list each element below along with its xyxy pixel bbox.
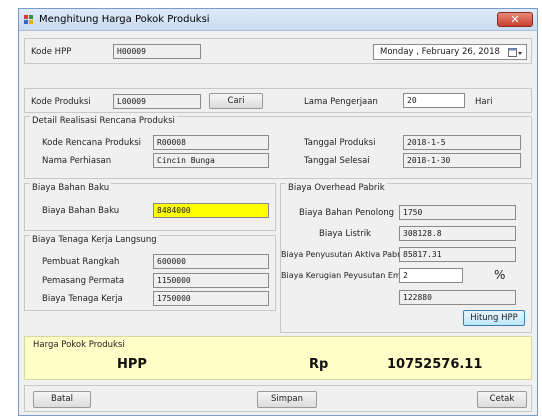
hari-label: Hari — [475, 97, 493, 107]
tanggal-produksi-label: Tanggal Produksi — [304, 138, 376, 148]
produksi-panel: Kode Produksi L00009 Cari Lama Pengerjaa… — [24, 88, 532, 113]
penyusutan-aktiva-label: Biaya Penyusutan Aktiva Pabrik — [281, 250, 408, 259]
app-icon — [24, 15, 33, 24]
close-button[interactable]: ✕ — [497, 12, 533, 27]
cetak-button[interactable]: Cetak — [477, 391, 527, 408]
footer-panel: Batal Simpan Cetak — [24, 385, 532, 412]
percent-label: % — [494, 268, 506, 282]
detail-group-title: Detail Realisasi Rencana Produksi — [30, 116, 177, 126]
bahan-baku-group: Biaya Bahan Baku Biaya Bahan Baku 848400… — [24, 183, 276, 231]
biaya-listrik-label: Biaya Listrik — [319, 229, 371, 239]
pemasang-permata-label: Pemasang Permata — [42, 276, 125, 286]
bahan-baku-label: Biaya Bahan Baku — [42, 206, 120, 216]
kerugian-result-field[interactable]: 122880 — [399, 290, 516, 305]
date-picker[interactable]: Monday , February 26, 2018 — [373, 44, 527, 60]
hpp-value: 10752576.11 — [387, 357, 483, 372]
pembuat-rangkah-field[interactable]: 600000 — [153, 254, 269, 269]
biaya-tenaga-kerja-label: Biaya Tenaga Kerja — [42, 294, 123, 304]
tanggal-produksi-field[interactable]: 2018-1-5 — [403, 135, 521, 150]
simpan-button[interactable]: Simpan — [257, 391, 317, 408]
kerugian-penyusutan-label: Biaya Kerugian Peyusutan Emas — [281, 271, 410, 280]
title-bar: Menghitung Harga Pokok Produksi ✕ — [19, 9, 537, 31]
detail-group: Detail Realisasi Rencana Produksi Kode R… — [24, 116, 532, 179]
date-value: Monday , February 26, 2018 — [380, 47, 500, 57]
cari-button[interactable]: Cari — [209, 93, 263, 109]
window-title: Menghitung Harga Pokok Produksi — [39, 14, 210, 25]
bahan-baku-field[interactable]: 8484000 — [153, 203, 269, 218]
close-icon: ✕ — [510, 13, 520, 26]
biaya-listrik-field[interactable]: 308128.8 — [399, 226, 516, 241]
bahan-penolong-label: Biaya Bahan Penolong — [299, 208, 395, 218]
hpp-group-title: Harga Pokok Produksi — [33, 340, 125, 350]
header-panel: Kode HPP H00009 Monday , February 26, 20… — [24, 38, 532, 64]
kode-produksi-field[interactable]: L00009 — [113, 94, 201, 109]
kode-hpp-field[interactable]: H00009 — [113, 44, 201, 59]
kode-rencana-label: Kode Rencana Produksi — [42, 138, 141, 148]
tenaga-kerja-group-title: Biaya Tenaga Kerja Langsung — [30, 235, 159, 245]
kode-rencana-field[interactable]: R00008 — [153, 135, 269, 150]
pembuat-rangkah-label: Pembuat Rangkah — [42, 257, 120, 267]
bahan-baku-group-title: Biaya Bahan Baku — [30, 183, 112, 193]
hpp-label: HPP — [117, 357, 147, 372]
kerugian-penyusutan-field[interactable]: 2 — [399, 268, 463, 283]
biaya-tenaga-kerja-field[interactable]: 1750000 — [153, 291, 269, 306]
hpp-window: Menghitung Harga Pokok Produksi ✕ Kode H… — [18, 8, 538, 416]
tanggal-selesai-label: Tanggal Selesai — [304, 156, 370, 166]
penyusutan-aktiva-field[interactable]: 85817.31 — [399, 247, 516, 262]
kode-hpp-label: Kode HPP — [31, 47, 72, 57]
tenaga-kerja-group: Biaya Tenaga Kerja Langsung Pembuat Rang… — [24, 235, 276, 311]
currency-label: Rp — [309, 357, 329, 372]
overhead-group-title: Biaya Overhead Pabrik — [286, 183, 387, 193]
lama-pengerjaan-field[interactable]: 20 — [403, 93, 465, 108]
nama-perhiasan-label: Nama Perhiasan — [42, 156, 112, 166]
hpp-group: Harga Pokok Produksi HPP Rp 10752576.11 — [24, 336, 532, 380]
hitung-hpp-button[interactable]: Hitung HPP — [463, 310, 525, 326]
kode-produksi-label: Kode Produksi — [31, 97, 91, 107]
pemasang-permata-field[interactable]: 1150000 — [153, 273, 269, 288]
bahan-penolong-field[interactable]: 1750 — [399, 205, 516, 220]
tanggal-selesai-field[interactable]: 2018-1-30 — [403, 153, 521, 168]
batal-button[interactable]: Batal — [33, 391, 91, 408]
nama-perhiasan-field[interactable]: Cincin Bunga — [153, 153, 269, 168]
calendar-dropdown-icon[interactable] — [508, 48, 522, 58]
lama-pengerjaan-label: Lama Pengerjaan — [304, 97, 378, 107]
overhead-group: Biaya Overhead Pabrik Biaya Bahan Penolo… — [280, 183, 532, 333]
